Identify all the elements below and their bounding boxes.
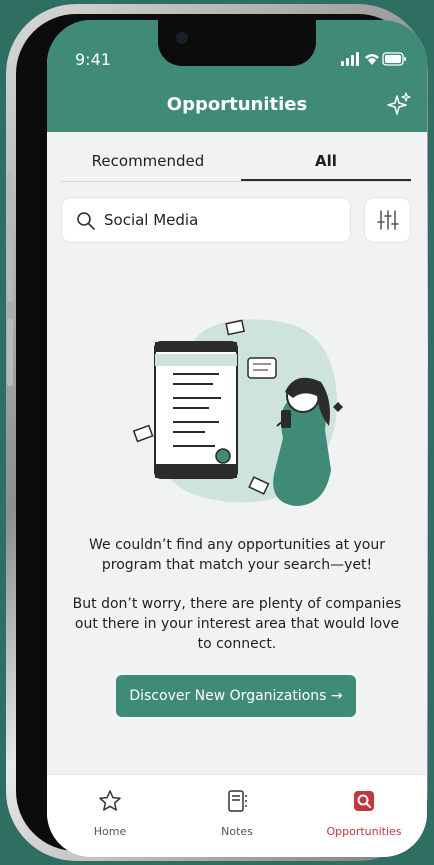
tab-all[interactable]: All [241, 152, 411, 170]
notes-icon [228, 790, 247, 812]
search-value: Social Media [104, 211, 199, 229]
nav-label-notes: Notes [221, 825, 253, 838]
search-icon [77, 212, 95, 230]
nav-label-opportunities: Opportunities [326, 825, 402, 838]
volume-down-button [7, 318, 13, 386]
status-time: 9:41 [75, 50, 111, 69]
app-header: 9:41 Opportunities [47, 20, 427, 132]
filter-button[interactable] [364, 197, 411, 243]
bottom-navigation: Home Notes Opportunities [47, 774, 427, 857]
empty-state-encouragement: But don’t worry, there are plenty of com… [72, 596, 402, 652]
tab-recommended[interactable]: Recommended [61, 152, 235, 170]
discover-organizations-button[interactable]: Discover New Organizations → [116, 675, 356, 717]
tab-divider [61, 181, 411, 182]
empty-state-message: We couldn’t find any opportunities at yo… [89, 537, 385, 573]
nav-item-notes[interactable]: Notes [174, 775, 300, 857]
star-icon [99, 790, 121, 811]
status-icons [341, 52, 406, 66]
search-badge-icon [354, 791, 374, 811]
mute-switch [7, 172, 13, 204]
device-notch [158, 20, 316, 66]
person-with-phone-illustration [132, 319, 343, 506]
app-screen: 9:41 Opportunities Recommended All Socia… [47, 20, 427, 857]
nav-item-home[interactable]: Home [47, 775, 173, 857]
phone-bezel: 9:41 Opportunities Recommended All Socia… [16, 14, 427, 857]
sliders-icon [377, 210, 399, 230]
search-input[interactable]: Social Media [61, 197, 351, 243]
page-title: Opportunities [166, 94, 308, 115]
front-camera [176, 32, 188, 44]
sparkle-icon[interactable] [387, 92, 411, 116]
volume-up-button [7, 234, 13, 302]
active-tab-indicator [241, 179, 411, 181]
phone-frame: 9:41 Opportunities Recommended All Socia… [6, 4, 428, 861]
nav-label-home: Home [93, 825, 127, 838]
nav-item-opportunities[interactable]: Opportunities [301, 775, 427, 857]
